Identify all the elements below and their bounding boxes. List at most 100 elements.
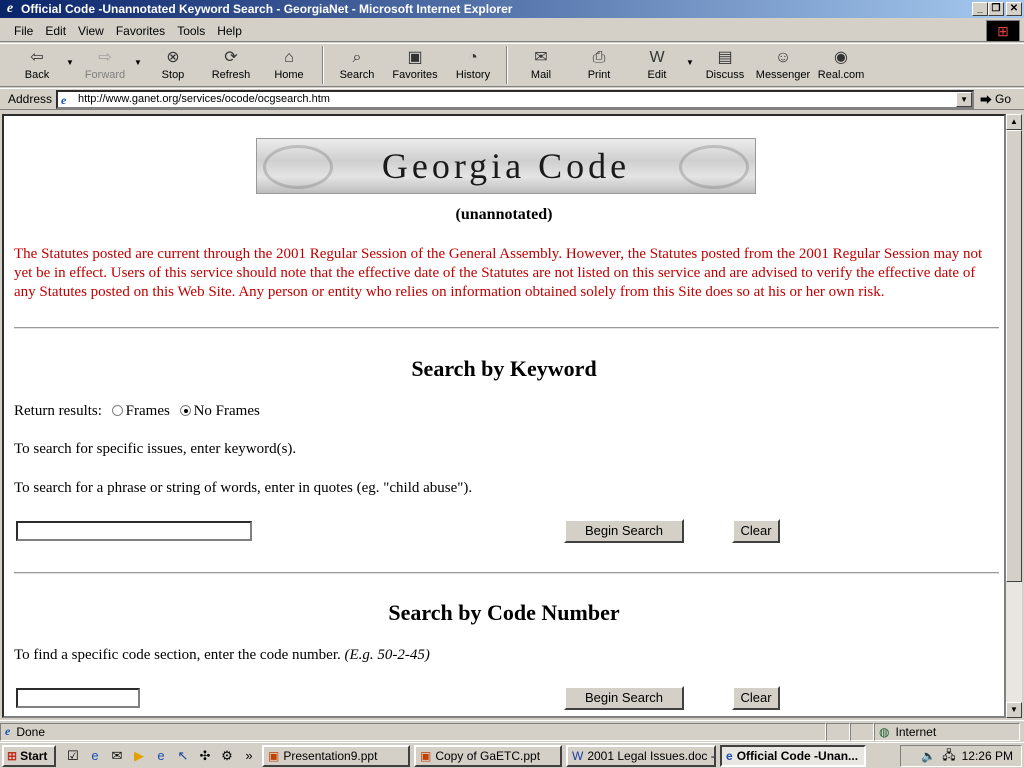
- powerpoint-icon: ▣: [268, 748, 280, 763]
- home-button[interactable]: ⌂ Home: [260, 44, 318, 86]
- frames-radio[interactable]: [111, 405, 123, 416]
- frames-label: Frames: [125, 403, 170, 419]
- keyword-clear-button[interactable]: Clear: [732, 519, 780, 543]
- internet-globe-icon: ◍: [879, 724, 890, 739]
- go-button[interactable]: ⮕ Go: [980, 91, 1011, 108]
- taskbar: ⊞ Start ☑ e ✉ ▶ e ↖ ✣ ⚙ » ▣ Presentation9.…: [0, 742, 1024, 768]
- ornament-left-icon: [263, 145, 333, 189]
- clock[interactable]: 12:26 PM: [962, 749, 1013, 763]
- tools-icon[interactable]: ⚙: [218, 748, 236, 764]
- word-edit-icon: W: [649, 49, 665, 66]
- status-panel: [850, 722, 874, 741]
- edit-button[interactable]: W Edit: [628, 44, 686, 86]
- back-arrow-icon: ⇦: [30, 49, 44, 66]
- favorites-button[interactable]: ▣ Favorites: [386, 44, 444, 86]
- keyword-begin-search-button[interactable]: Begin Search: [564, 519, 684, 543]
- address-input[interactable]: e http://www.ganet.org/services/ocode/oc…: [56, 89, 975, 109]
- menu-file[interactable]: File: [8, 24, 39, 38]
- menu-edit[interactable]: Edit: [39, 24, 72, 38]
- task-presentation9[interactable]: ▣ Presentation9.ppt: [262, 744, 410, 767]
- status-text-panel: e Done: [0, 722, 826, 741]
- start-button[interactable]: ⊞ Start: [2, 744, 56, 767]
- disclaimer-notice: The Statutes posted are current through …: [14, 246, 983, 300]
- vertical-scrollbar[interactable]: ▲ ▼: [1006, 114, 1022, 718]
- quick-launch: ☑ e ✉ ▶ e ↖ ✣ ⚙ »: [64, 748, 258, 764]
- status-bar: e Done ◍ Internet: [0, 720, 1024, 742]
- realcom-button[interactable]: ◉ Real.com: [812, 44, 870, 86]
- network-icon[interactable]: ✣: [196, 748, 214, 764]
- forward-button[interactable]: ⇨ Forward: [76, 44, 134, 86]
- forward-arrow-icon: ⇨: [98, 49, 112, 66]
- task-copy-gaetc[interactable]: ▣ Copy of GaETC.ppt: [414, 744, 562, 767]
- close-button[interactable]: ✕: [1006, 2, 1022, 16]
- powerpoint-icon: ▣: [420, 748, 432, 763]
- stop-button[interactable]: ⊗ Stop: [144, 44, 202, 86]
- desktop-check-icon[interactable]: ☑: [64, 748, 82, 764]
- task-legal-issues[interactable]: W 2001 Legal Issues.doc - ...: [566, 744, 716, 767]
- history-button[interactable]: ◔ History: [444, 44, 502, 86]
- divider: [14, 572, 999, 574]
- ie-quicklaunch-icon[interactable]: e: [86, 748, 104, 763]
- favorites-folder-icon: ▣: [407, 49, 423, 66]
- scroll-thumb[interactable]: [1006, 130, 1022, 582]
- menu-favorites[interactable]: Favorites: [110, 24, 171, 38]
- cursor-icon[interactable]: ↖: [174, 748, 192, 764]
- address-url: http://www.ganet.org/services/ocode/ocgs…: [78, 93, 330, 105]
- search-icon: ⌕: [352, 49, 362, 66]
- status-panel: [826, 722, 850, 741]
- outlook-icon[interactable]: ✉: [108, 748, 126, 764]
- search-button[interactable]: ⌕ Search: [328, 44, 386, 86]
- messenger-button[interactable]: ☺ Messenger: [754, 44, 812, 86]
- media-player-icon[interactable]: ▶: [130, 748, 148, 764]
- code-number-input[interactable]: [16, 688, 140, 708]
- mail-button[interactable]: ✉ Mail: [512, 44, 570, 86]
- zone-text: Internet: [895, 724, 937, 739]
- back-button[interactable]: ⇦ Back: [8, 44, 66, 86]
- code-instruction-row: To find a specific code section, enter t…: [14, 647, 430, 664]
- page-icon: e: [61, 92, 67, 107]
- georgia-code-banner: Georgia Code: [256, 138, 756, 194]
- restore-button[interactable]: ❐: [988, 2, 1004, 16]
- return-results-label: Return results:: [14, 403, 102, 419]
- code-number-heading: Search by Code Number: [388, 600, 620, 625]
- code-begin-search-button[interactable]: Begin Search: [564, 686, 684, 710]
- stop-icon: ⊗: [166, 49, 180, 66]
- menu-help[interactable]: Help: [211, 24, 248, 38]
- scroll-down-button[interactable]: ▼: [1006, 702, 1022, 718]
- no-frames-radio[interactable]: [179, 405, 191, 416]
- toolbar-separator: [322, 46, 324, 84]
- network-tray-icon[interactable]: 🖧: [942, 746, 955, 767]
- keyword-instruction-2: To search for a phrase or string of word…: [14, 480, 473, 496]
- print-button[interactable]: ⎙ Print: [570, 44, 628, 86]
- minimize-button[interactable]: _: [972, 2, 988, 16]
- refresh-button[interactable]: ⟳ Refresh: [202, 44, 260, 86]
- system-tray: 🔈 🖧 12:26 PM: [900, 745, 1022, 767]
- window-controls: _ ❐ ✕: [972, 2, 1022, 16]
- standard-toolbar: ⇦ Back ▼ ⇨ Forward ▼ ⊗ Stop ⟳ Refresh ⌂ Home …: [0, 43, 1024, 87]
- task-official-code[interactable]: e Official Code -Unan...: [720, 744, 866, 767]
- banner-text: Georgia Code: [381, 146, 631, 186]
- discuss-button[interactable]: ▤ Discuss: [696, 44, 754, 86]
- word-icon: W: [572, 748, 584, 763]
- menu-bar: File Edit View Favorites Tools Help: [0, 20, 1024, 42]
- page-done-icon: e: [5, 724, 11, 738]
- address-dropdown-button[interactable]: ▼: [956, 91, 973, 107]
- back-dropdown-button[interactable]: ▼: [66, 44, 76, 67]
- keyword-input[interactable]: [16, 521, 252, 541]
- scroll-up-button[interactable]: ▲: [1006, 114, 1022, 130]
- code-clear-button[interactable]: Clear: [732, 686, 780, 710]
- ie-task-icon: e: [726, 748, 733, 763]
- forward-dropdown-button[interactable]: ▼: [134, 44, 144, 67]
- mail-icon: ✉: [534, 49, 548, 66]
- ie-quicklaunch-icon[interactable]: e: [152, 748, 170, 763]
- keyword-heading: Search by Keyword: [411, 356, 597, 381]
- volume-icon[interactable]: 🔈: [921, 749, 936, 763]
- menu-view[interactable]: View: [72, 24, 110, 38]
- title-bar: e Official Code -Unannotated Keyword Sea…: [0, 0, 1024, 18]
- realcom-icon: ◉: [834, 49, 848, 66]
- more-chevron-icon[interactable]: »: [240, 748, 258, 763]
- messenger-icon: ☺: [774, 49, 792, 66]
- menu-tools[interactable]: Tools: [171, 24, 211, 38]
- edit-dropdown-button[interactable]: ▼: [686, 44, 696, 67]
- discuss-icon: ▤: [717, 49, 733, 66]
